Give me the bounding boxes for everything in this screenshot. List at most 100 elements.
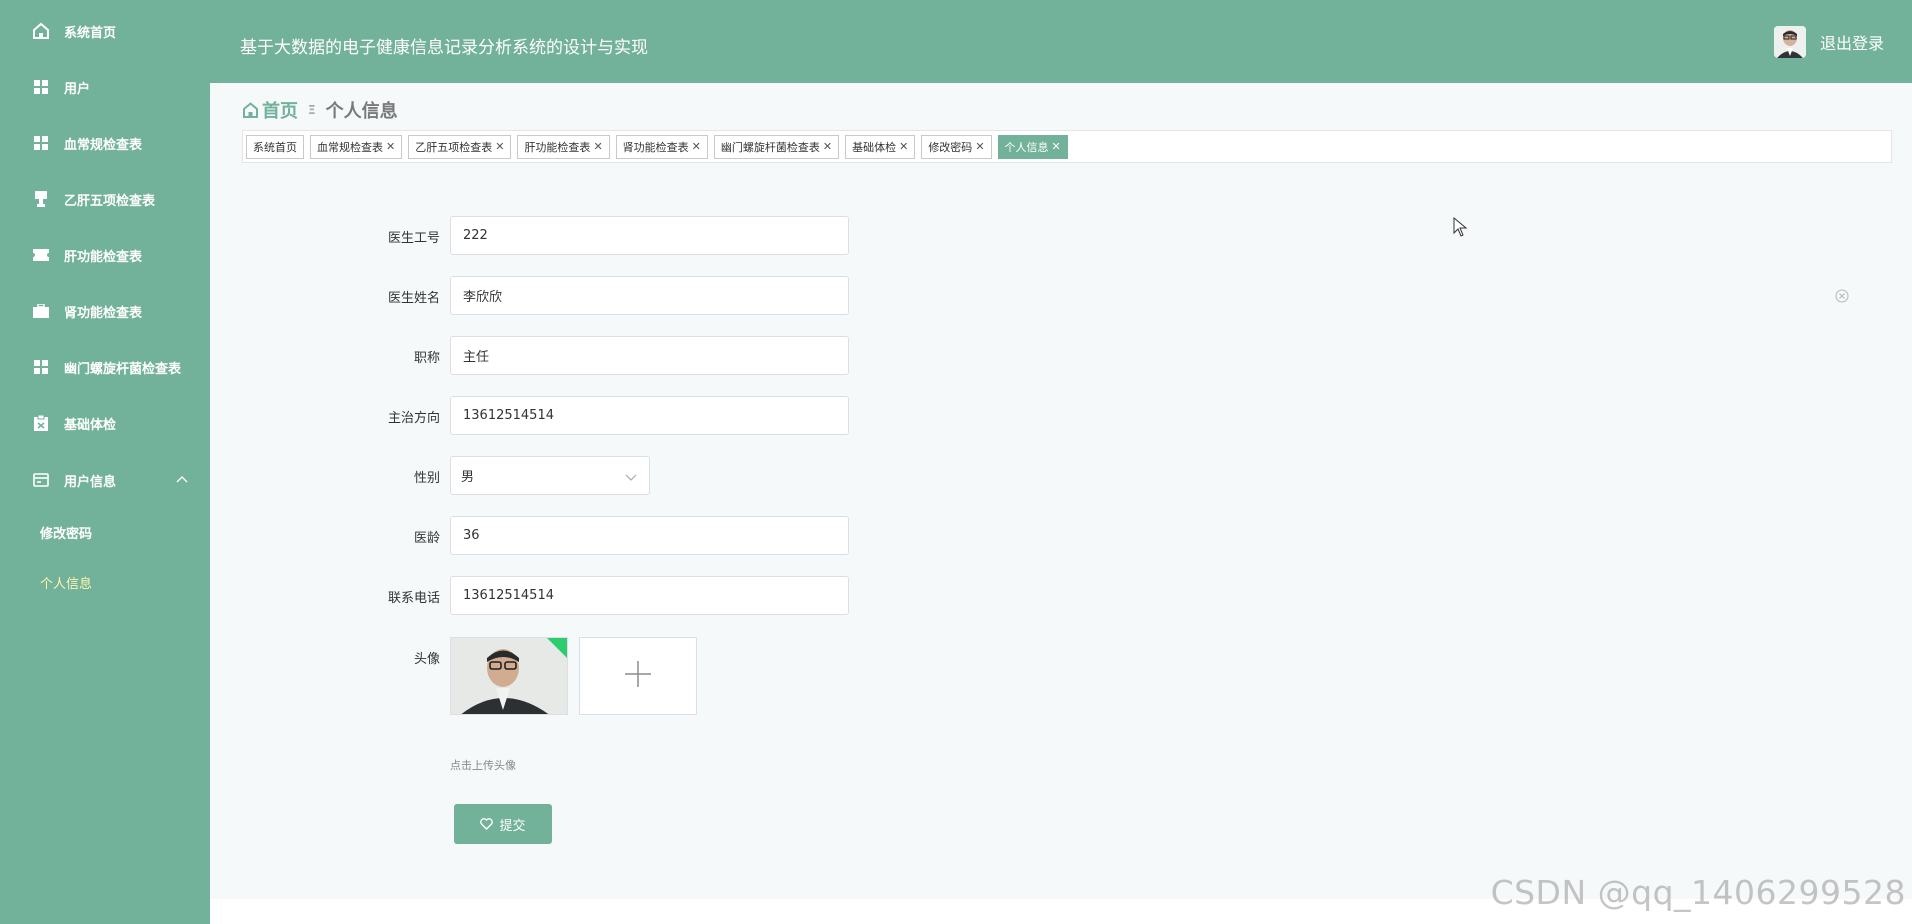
sidebar-item-blood-routine[interactable]: 血常规检查表: [0, 123, 210, 163]
tab-kidney-function[interactable]: 肾功能检查表 ✕: [615, 134, 708, 159]
tab-liver-function[interactable]: 肝功能检查表 ✕: [517, 134, 610, 159]
tab-hepatitis-b[interactable]: 乙肝五项检查表 ✕: [408, 134, 512, 159]
close-icon[interactable]: ✕: [593, 140, 602, 153]
main-content: 首页 Ξ 个人信息 系统首页 血常规检查表 ✕ 乙肝五项检查表 ✕ 肝功能检查表 ✕ …: [210, 83, 1912, 899]
sidebar-subitem-change-password[interactable]: 修改密码: [0, 514, 210, 550]
tab-blood-routine[interactable]: 血常规检查表 ✕: [310, 134, 403, 159]
tab-basic-exam[interactable]: 基础体检 ✕: [845, 134, 916, 159]
sidebar-item-label: 肾功能检查表: [64, 305, 143, 321]
tab-label: 乙肝五项检查表: [415, 140, 493, 154]
submit-button[interactable]: 提交: [454, 804, 552, 844]
close-circle-icon[interactable]: [1835, 288, 1849, 307]
submit-label: 提交: [499, 818, 526, 834]
avatar-label: 头像: [413, 652, 440, 667]
sidebar-item-user-info[interactable]: 用户信息: [0, 460, 210, 500]
sidebar-subitem-personal-info[interactable]: 个人信息: [0, 564, 210, 600]
close-icon[interactable]: ✕: [692, 140, 701, 153]
close-icon[interactable]: ✕: [1052, 140, 1061, 153]
close-icon[interactable]: ✕: [495, 140, 504, 153]
doctor-id-field[interactable]: 222: [450, 216, 849, 255]
sidebar-item-label: 肝功能检查表: [64, 249, 143, 265]
home-icon: [242, 102, 259, 118]
sidebar-item-basic-exam[interactable]: 基础体检: [0, 403, 210, 443]
avatar-photo[interactable]: [450, 637, 568, 715]
sidebar-item-kidney-function[interactable]: 肾功能检查表: [0, 291, 210, 331]
breadcrumb-separator: Ξ: [308, 103, 316, 117]
card-icon: [30, 469, 52, 491]
logout-button[interactable]: 退出登录: [1820, 30, 1884, 54]
gender-select[interactable]: 男: [450, 456, 650, 495]
doctor-name-label: 医生姓名: [387, 291, 440, 306]
phone-field[interactable]: 13612514514: [450, 576, 849, 615]
close-icon[interactable]: ✕: [899, 140, 908, 153]
years-label: 医龄: [413, 531, 440, 546]
clipboard-icon: [30, 412, 52, 434]
specialty-label: 主治方向: [387, 411, 440, 426]
top-header: 基于大数据的电子健康信息记录分析系统的设计与实现 退出登录: [210, 0, 1912, 83]
sidebar-item-liver-function[interactable]: 肝功能检查表: [0, 235, 210, 275]
title-field[interactable]: 主任: [450, 336, 849, 375]
mouse-cursor-icon: [1453, 216, 1468, 241]
app-root: 系统首页 用户 血常规检查表 乙肝五项检查表 肝功能检查表 肾功能检查表 幽门螺…: [0, 0, 1912, 924]
years-value: 36: [463, 528, 480, 543]
sidebar-item-label: 乙肝五项检查表: [64, 193, 156, 209]
gender-label: 性别: [413, 471, 440, 486]
tab-change-password[interactable]: 修改密码 ✕: [921, 134, 992, 159]
breadcrumb: 首页 Ξ 个人信息: [242, 97, 398, 123]
tab-home[interactable]: 系统首页: [246, 134, 304, 159]
plus-icon: [623, 659, 653, 693]
chevron-down-icon: [625, 471, 637, 486]
sidebar-subitem-label: 个人信息: [40, 576, 93, 592]
sidebar: 系统首页 用户 血常规检查表 乙肝五项检查表 肝功能检查表 肾功能检查表 幽门螺…: [0, 0, 210, 924]
doctor-name-field[interactable]: 李欣欣: [450, 276, 849, 315]
tab-label: 肾功能检查表: [622, 140, 689, 154]
tab-label: 基础体检: [852, 140, 897, 154]
watermark: CSDN @qq_1406299528: [1490, 873, 1906, 912]
title-label: 职称: [413, 351, 440, 366]
breadcrumb-home-link[interactable]: 首页: [242, 97, 298, 123]
doctor-id-label: 医生工号: [387, 231, 440, 246]
phone-value: 13612514514: [463, 588, 554, 603]
sidebar-item-hp-test[interactable]: 幽门螺旋杆菌检查表: [0, 347, 210, 387]
close-icon[interactable]: ✕: [386, 140, 395, 153]
sidebar-item-label: 幽门螺旋杆菌检查表: [64, 361, 182, 377]
close-icon[interactable]: ✕: [975, 140, 984, 153]
tab-personal-info[interactable]: 个人信息 ✕: [997, 134, 1068, 159]
doctor-name-value: 李欣欣: [463, 290, 503, 305]
heart-icon: [480, 818, 494, 830]
phone-label: 联系电话: [387, 591, 440, 606]
user-area: 退出登录: [1773, 26, 1884, 58]
tab-hp-test[interactable]: 幽门螺旋杆菌检查表 ✕: [713, 134, 840, 159]
tab-label: 系统首页: [253, 140, 297, 154]
app-title: 基于大数据的电子健康信息记录分析系统的设计与实现: [240, 38, 648, 58]
years-field[interactable]: 36: [450, 516, 849, 555]
sidebar-item-label: 系统首页: [64, 25, 117, 41]
close-icon[interactable]: ✕: [823, 140, 832, 153]
ticket-icon: [30, 244, 52, 266]
gender-value: 男: [461, 470, 475, 485]
avatar[interactable]: [1773, 26, 1806, 58]
chevron-up-icon: [176, 472, 188, 487]
specialty-value: 13612514514: [463, 408, 554, 423]
breadcrumb-current: 个人信息: [325, 101, 398, 122]
cup-icon: [30, 188, 52, 210]
tab-label: 个人信息: [1004, 140, 1049, 154]
sidebar-item-label: 基础体检: [64, 417, 117, 433]
specialty-field[interactable]: 13612514514: [450, 396, 849, 435]
briefcase-icon: [30, 300, 52, 322]
sidebar-item-home[interactable]: 系统首页: [0, 11, 210, 51]
sidebar-item-hepatitis-b[interactable]: 乙肝五项检查表: [0, 179, 210, 219]
home-icon: [30, 20, 52, 42]
tab-label: 幽门螺旋杆菌检查表: [720, 140, 820, 154]
title-value: 主任: [463, 350, 490, 365]
tabs-bar: 系统首页 血常规检查表 ✕ 乙肝五项检查表 ✕ 肝功能检查表 ✕ 肾功能检查表 ✕ 幽门…: [242, 130, 1892, 163]
sidebar-item-label: 用户信息: [64, 474, 117, 490]
avatar-upload-button[interactable]: [579, 637, 697, 715]
sidebar-item-label: 用户: [64, 81, 91, 97]
sidebar-item-users[interactable]: 用户: [0, 67, 210, 107]
tab-label: 修改密码: [928, 140, 973, 154]
grid-icon: [30, 132, 52, 154]
sidebar-item-label: 血常规检查表: [64, 137, 143, 153]
doctor-id-value: 222: [463, 228, 488, 243]
grid-icon: [30, 356, 52, 378]
